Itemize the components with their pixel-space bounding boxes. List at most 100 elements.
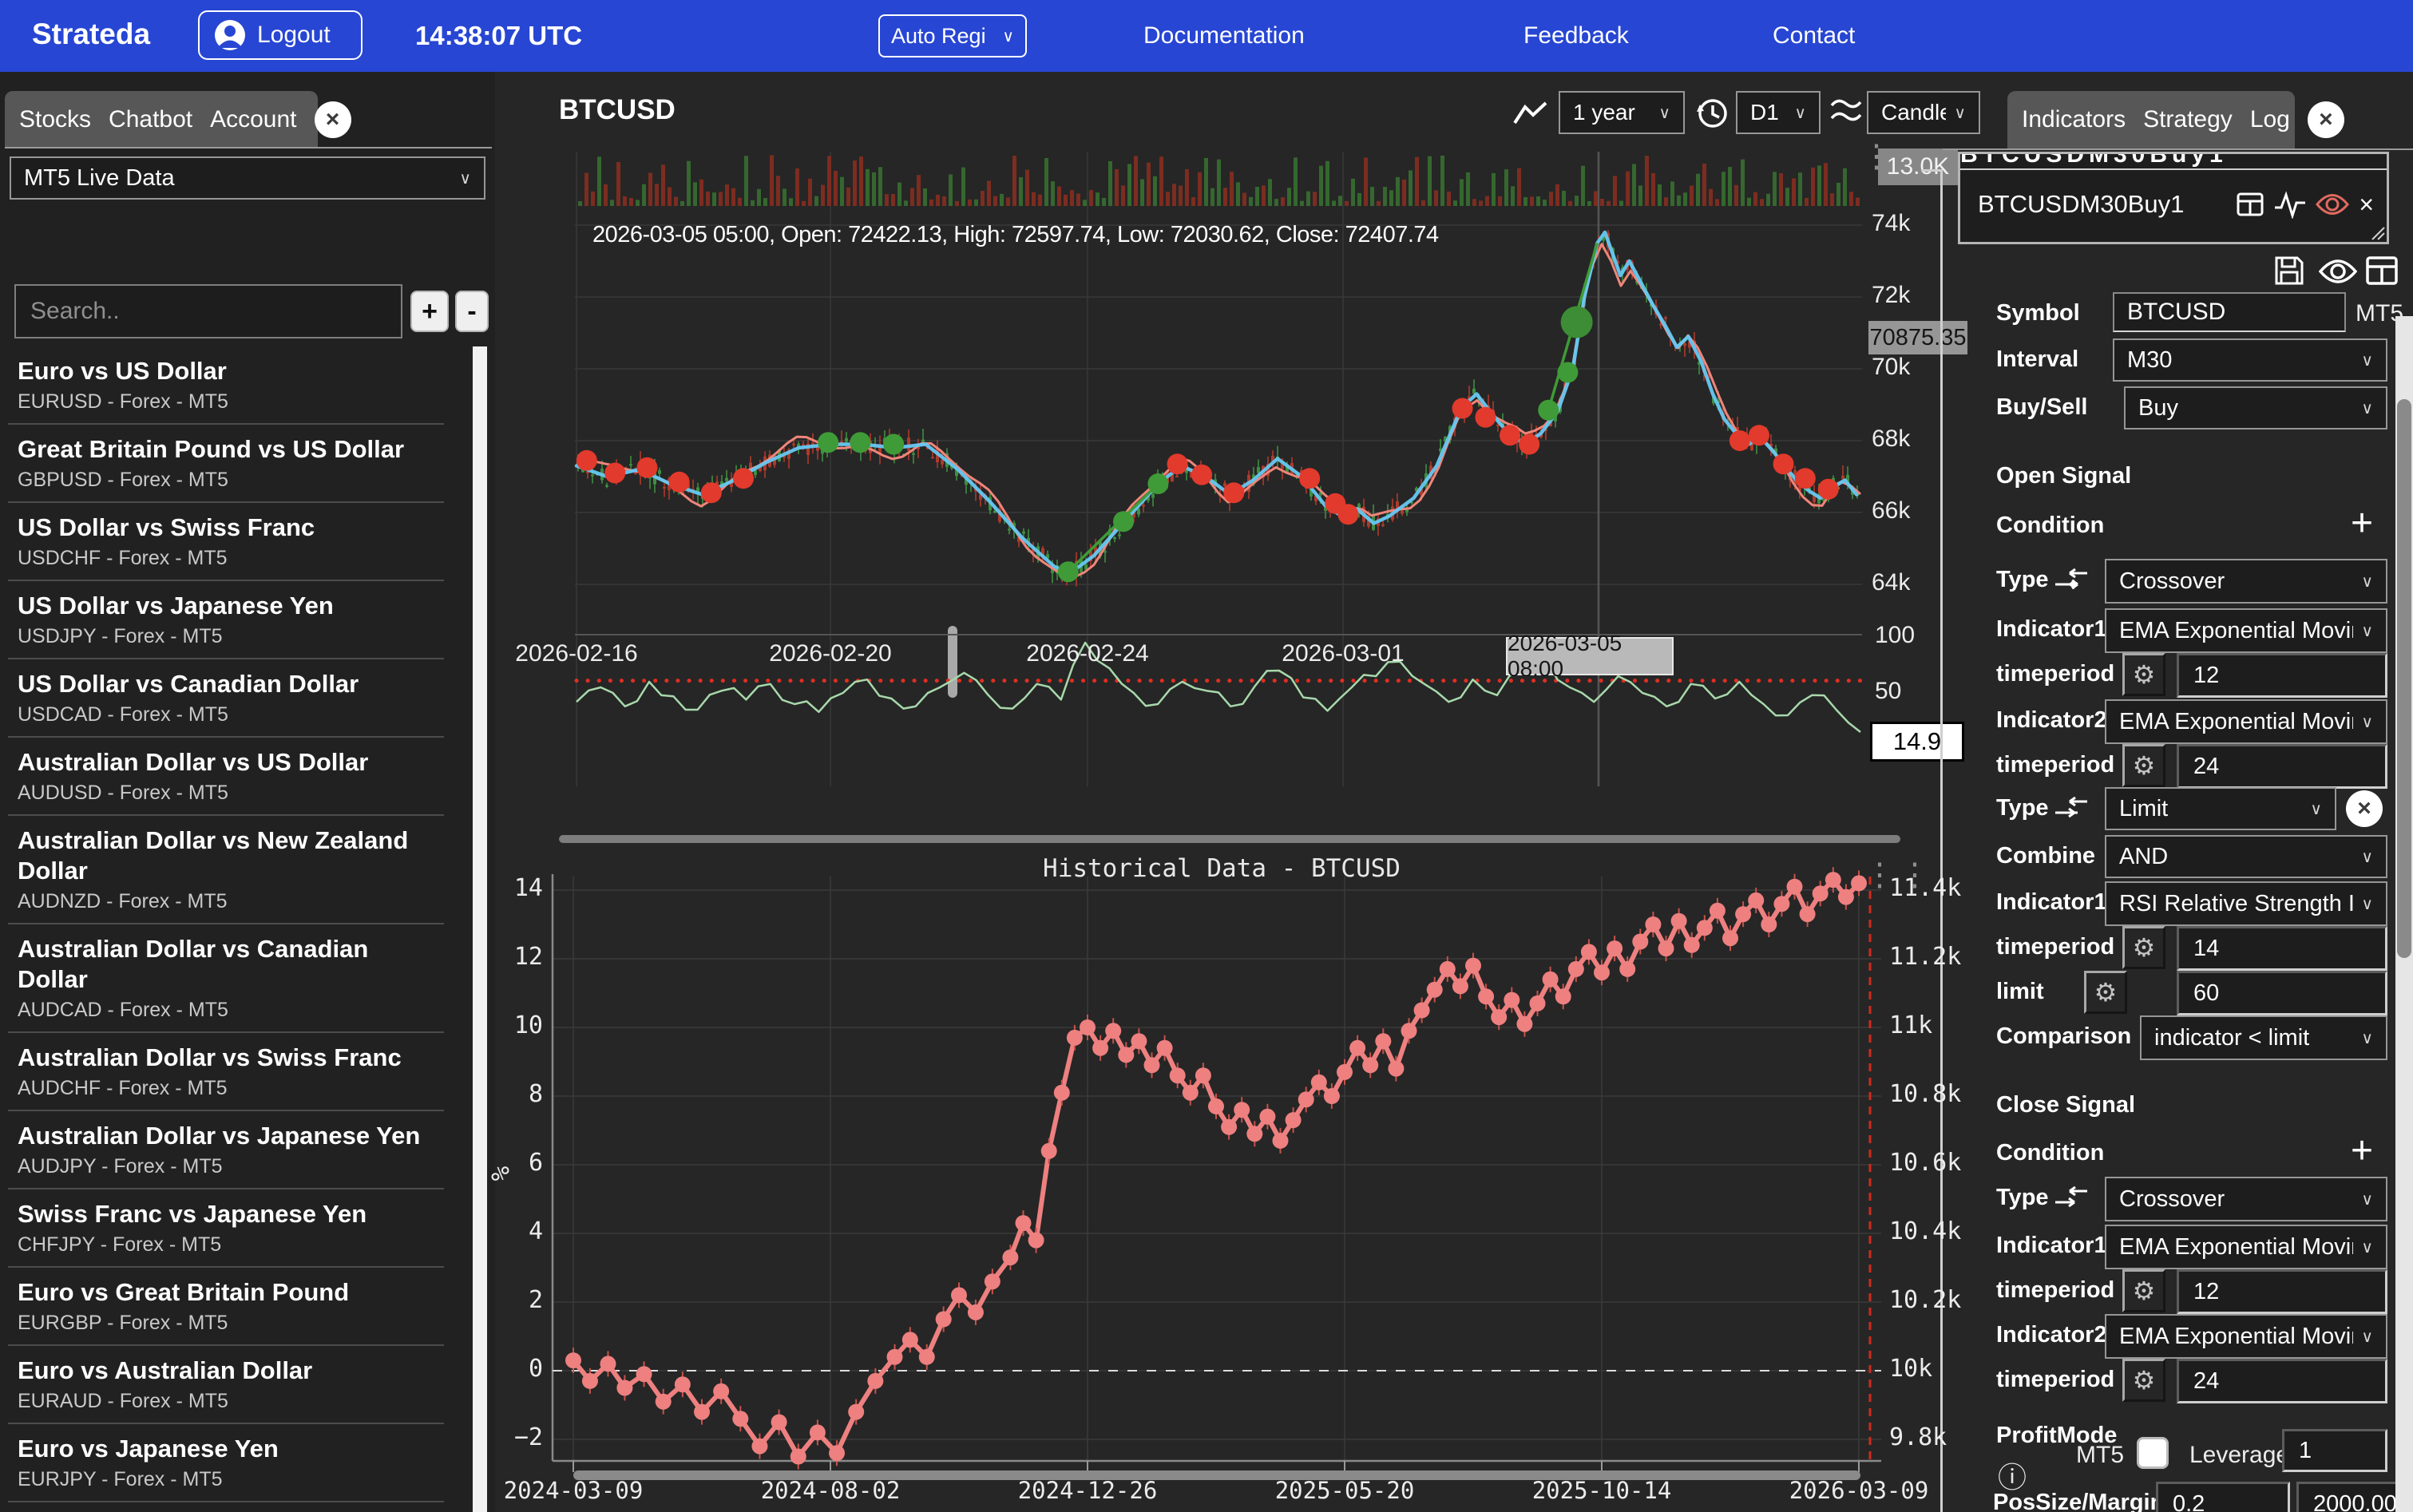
close-timeperiod1-input[interactable]: 12	[2177, 1269, 2387, 1314]
close-indicator2-select[interactable]: EMA Exponential Moving Avera	[2105, 1314, 2387, 1359]
open-timeperiod2-input[interactable]: 24	[2177, 744, 2387, 789]
instrument-item[interactable]: Australian Dollar vs Japanese YenAUDJPY …	[8, 1111, 444, 1189]
instrument-item[interactable]: Australian Dollar vs US DollarAUDUSD - F…	[8, 738, 444, 816]
table-view-icon[interactable]	[2365, 254, 2399, 287]
crosshair-tooltip: 2026-03-05 08:00	[1506, 637, 1674, 675]
add-condition-button[interactable]: +	[2351, 508, 2373, 540]
symbol-input[interactable]	[2113, 292, 2346, 332]
axis-tick: 10.4k	[1889, 1217, 1961, 1245]
open-type1-select[interactable]: Crossover	[2105, 559, 2387, 604]
interval-value-select[interactable]: M30	[2113, 338, 2387, 382]
instrument-item[interactable]: Euro vs Japanese YenEURJPY - Forex - MT5	[8, 1424, 444, 1502]
panel-scrollbar-thumb[interactable]	[2397, 399, 2411, 958]
rsi-timeperiod-input[interactable]: 14	[2177, 926, 2387, 971]
font-increase-button[interactable]: +	[410, 291, 449, 332]
instrument-code: AUDNZD - Forex - MT5	[18, 889, 444, 913]
auto-mode-select[interactable]: Auto Regi	[878, 14, 1027, 57]
close-signal-heading: Close Signal	[1996, 1092, 2135, 1118]
logout-button[interactable]: Logout	[198, 10, 363, 60]
indicator1-label: Indicator1	[1996, 1233, 2107, 1259]
condition-label: Condition	[1996, 513, 2104, 539]
instrument-item[interactable]: US Dollar vs Japanese YenUSDJPY - Forex …	[8, 581, 444, 659]
strategy-item-row[interactable]: BTCUSDM30Buy1 ×	[1960, 170, 2387, 239]
resize-handle-icon[interactable]	[2369, 224, 2385, 240]
open-indicator1-select[interactable]: EMA Exponential Moving Avera	[2105, 608, 2387, 653]
instrument-item[interactable]: US Dollar vs Canadian DollarUSDCAD - For…	[8, 659, 444, 738]
instrument-item[interactable]: Australian Dollar vs Canadian DollarAUDC…	[8, 924, 444, 1033]
save-icon[interactable]	[2272, 254, 2306, 287]
nav-link-feedback[interactable]: Feedback	[1523, 22, 1629, 49]
instrument-item[interactable]: Swiss Franc vs Japanese YenCHFJPY - Fore…	[8, 1189, 444, 1268]
visible-eye-icon[interactable]	[2316, 191, 2349, 218]
historical-chart-canvas[interactable]	[495, 830, 1980, 1512]
tab-account[interactable]: Account	[210, 106, 296, 133]
axis-tick: 0	[476, 1355, 543, 1383]
open-timeperiod1-input[interactable]: 12	[2177, 653, 2387, 698]
axis-tick: 10k	[1889, 1355, 1932, 1383]
instrument-item[interactable]: Great Britain Pound vs US DollarGBPUSD -…	[8, 425, 444, 503]
close-indicator1-select[interactable]: EMA Exponential Moving Avera	[2105, 1225, 2387, 1269]
buysell-select[interactable]: Buy	[2124, 386, 2387, 429]
table-icon[interactable]	[2236, 190, 2264, 219]
tab-strategy[interactable]: Strategy	[2143, 106, 2233, 133]
data-source-select[interactable]: MT5 Live Data	[10, 156, 485, 200]
gear-icon[interactable]: ⚙	[2122, 1359, 2165, 1402]
comparison-label: Comparison	[1996, 1023, 2131, 1050]
instrument-item[interactable]: US Dollar vs Swiss FrancUSDCHF - Forex -…	[8, 503, 444, 581]
sidebar-close-icon[interactable]: ×	[315, 101, 351, 138]
instrument-item[interactable]: Euro vs Australian DollarEURAUD - Forex …	[8, 1346, 444, 1424]
instrument-item[interactable]: Australian Dollar vs Swiss FrancAUDCHF -…	[8, 1033, 444, 1111]
gear-icon[interactable]: ⚙	[2122, 653, 2165, 696]
limit-input[interactable]: 60	[2177, 971, 2387, 1015]
open-type2-select[interactable]: Limit	[2105, 787, 2336, 830]
add-condition-button[interactable]: +	[2351, 1135, 2373, 1167]
open-indicator2-select[interactable]: EMA Exponential Moving Avera	[2105, 699, 2387, 744]
remove-condition-icon[interactable]: ×	[2346, 790, 2383, 827]
comparison-select[interactable]: indicator < limit	[2140, 1015, 2387, 1060]
possize-input[interactable]: 0.2	[2156, 1482, 2290, 1512]
remove-strategy-icon[interactable]: ×	[2359, 190, 2374, 220]
gear-icon[interactable]: ⚙	[2122, 1269, 2165, 1312]
panel-tab-divider	[1943, 148, 2413, 150]
nav-link-contact[interactable]: Contact	[1773, 22, 1855, 49]
axis-tick: 2026-02-16	[505, 640, 648, 667]
indicator1-label: Indicator1	[1996, 616, 2107, 643]
interval-label: Interval	[1996, 346, 2078, 373]
open-indicator3-select[interactable]: RSI Relative Strength Index	[2105, 881, 2387, 926]
instrument-item[interactable]: Australian Dollar vs New Zealand DollarA…	[8, 816, 444, 924]
combine-select[interactable]: AND	[2105, 835, 2387, 878]
instrument-item[interactable]: Euro vs US DollarEURUSD - Forex - MT5	[8, 346, 444, 425]
instrument-code: USDJPY - Forex - MT5	[18, 624, 444, 648]
strategy-item-clipped[interactable]: BTCUSDM30Buy1	[1960, 154, 2387, 170]
gear-icon[interactable]: ⚙	[2122, 926, 2165, 969]
sidebar-scrollbar[interactable]	[473, 346, 487, 1512]
font-decrease-button[interactable]: -	[455, 291, 489, 332]
close-type-select[interactable]: Crossover	[2105, 1177, 2387, 1221]
mt5-checkbox[interactable]	[2137, 1437, 2169, 1469]
crossover-arrows-icon	[2054, 1183, 2089, 1210]
axis-tick: 10.2k	[1889, 1286, 1961, 1314]
leverage-input[interactable]: 1	[2282, 1429, 2387, 1472]
tab-log[interactable]: Log	[2250, 106, 2290, 133]
price-chart-canvas[interactable]	[495, 72, 1980, 830]
gear-icon[interactable]: ⚙	[2084, 971, 2127, 1014]
type-label: Type	[1996, 1185, 2049, 1211]
search-input[interactable]	[14, 284, 402, 338]
type-label: Type	[1996, 567, 2049, 593]
gear-icon[interactable]: ⚙	[2122, 744, 2165, 787]
tab-stocks[interactable]: Stocks	[19, 106, 91, 133]
instrument-name: Swiss Franc vs Japanese Yen	[18, 1199, 444, 1229]
eye-icon[interactable]	[2319, 257, 2357, 286]
instrument-name: Great Britain Pound vs US Dollar	[18, 434, 444, 465]
tab-indicators[interactable]: Indicators	[2022, 106, 2126, 133]
instrument-code: EURJPY - Forex - MT5	[18, 1467, 444, 1491]
possize-label: PosSize/Margin	[1993, 1490, 2164, 1512]
pulse-icon[interactable]	[2274, 190, 2306, 219]
instrument-code: AUDCAD - Forex - MT5	[18, 998, 444, 1022]
tab-chatbot[interactable]: Chatbot	[109, 106, 192, 133]
panel-scrollbar[interactable]	[2395, 316, 2413, 1512]
nav-link-documentation[interactable]: Documentation	[1143, 22, 1305, 49]
panel-close-icon[interactable]: ×	[2308, 101, 2344, 138]
instrument-item[interactable]: Euro vs Great Britain PoundEURGBP - Fore…	[8, 1268, 444, 1346]
close-timeperiod2-input[interactable]: 24	[2177, 1359, 2387, 1403]
